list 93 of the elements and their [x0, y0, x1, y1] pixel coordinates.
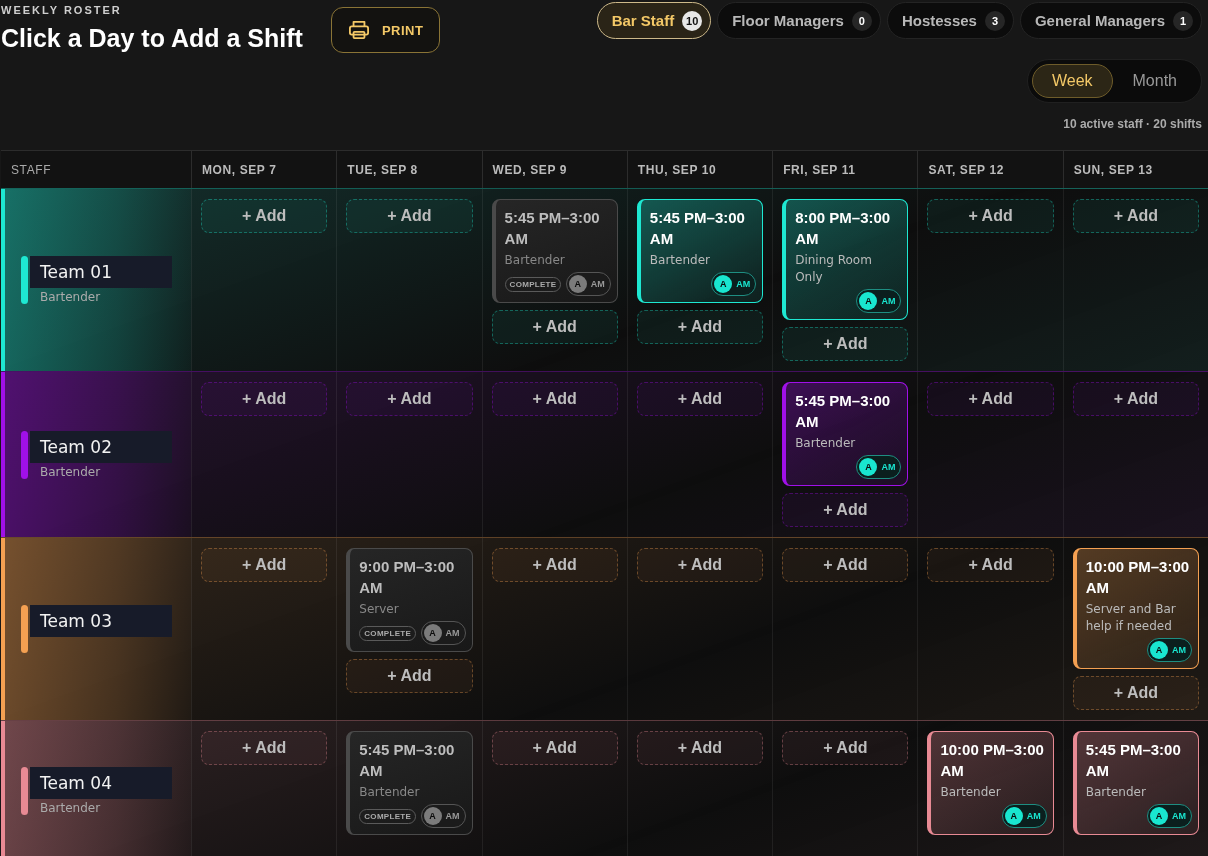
count-badge: 1: [1173, 10, 1193, 31]
shift-time: 10:00 PM–3:00 AM: [940, 740, 1045, 781]
add-shift-button[interactable]: + Add: [782, 327, 909, 361]
add-shift-button[interactable]: + Add: [927, 382, 1054, 416]
avatar: A: [714, 275, 733, 293]
assignee-initials: AM: [445, 628, 460, 638]
add-shift-button[interactable]: + Add: [636, 731, 764, 765]
assignee-initials: AM: [590, 279, 605, 289]
team-role: Bartender: [39, 289, 102, 304]
shift-time: 10:00 PM–3:00 AM: [1085, 557, 1191, 598]
shift-note: Server and Bar help if needed: [1085, 601, 1177, 635]
assignee-initials: AM: [881, 462, 896, 472]
shift-time: 5:45 PM–3:00 AM: [1085, 740, 1182, 781]
shift-note: Bartender: [359, 784, 421, 801]
avatar: A: [859, 292, 878, 310]
avatar: A: [423, 624, 442, 642]
category-tab[interactable]: General Managers 1: [1019, 2, 1202, 39]
print-button[interactable]: PRINT: [330, 7, 441, 53]
add-shift-button[interactable]: + Add: [782, 731, 909, 765]
add-shift-button[interactable]: + Add: [927, 548, 1054, 582]
avatar: A: [568, 275, 587, 293]
add-shift-button[interactable]: + Add: [346, 659, 473, 693]
add-shift-button[interactable]: + Add: [491, 731, 618, 765]
add-shift-button[interactable]: + Add: [636, 382, 764, 416]
shift-time: 5:45 PM–3:00 AM: [359, 740, 456, 781]
shift-note: Bartender: [940, 784, 1002, 801]
avatar: A: [423, 807, 442, 825]
shift-note: Bartender: [649, 252, 711, 269]
avatar: A: [1150, 807, 1168, 825]
summary-text: 10 active staff · 20 shifts: [1063, 117, 1202, 131]
add-shift-button[interactable]: + Add: [1072, 199, 1199, 233]
assignee-initials: AM: [445, 811, 460, 821]
team-role: Bartender: [39, 800, 102, 815]
shift-card[interactable]: 5:45 PM–3:00 AM Bartender A AM: [782, 382, 909, 486]
shift-time: 5:45 PM–3:00 AM: [649, 208, 746, 249]
team-name: Team 02: [30, 430, 172, 463]
add-shift-button[interactable]: + Add: [1072, 382, 1199, 416]
shift-note: Bartender: [1085, 784, 1147, 801]
shift-note: Bartender: [504, 252, 566, 269]
shift-time: 9:00 PM–3:00 AM: [359, 557, 456, 598]
count-badge: 10: [682, 10, 703, 31]
add-shift-button[interactable]: + Add: [346, 199, 473, 233]
add-shift-button[interactable]: + Add: [201, 382, 328, 416]
count-badge: 0: [851, 10, 872, 31]
add-shift-button[interactable]: + Add: [1072, 676, 1199, 710]
shift-card[interactable]: 10:00 PM–3:00 AM Bartender A AM: [927, 731, 1054, 835]
team-name: Team 01: [30, 256, 172, 288]
add-shift-button[interactable]: + Add: [491, 548, 618, 582]
add-shift-button[interactable]: + Add: [782, 548, 909, 582]
add-shift-button[interactable]: + Add: [636, 310, 764, 344]
avatar: A: [1150, 641, 1168, 659]
add-shift-button[interactable]: + Add: [782, 493, 909, 527]
team-name: Team 03: [30, 605, 172, 637]
view-option[interactable]: Month: [1112, 64, 1197, 98]
eyebrow-label: WEEKLY ROSTER: [1, 4, 123, 16]
assignee-initials: AM: [881, 296, 896, 306]
assignee-initials: AM: [736, 279, 751, 289]
add-shift-button[interactable]: + Add: [201, 548, 328, 582]
shift-card[interactable]: 5:45 PM–3:00 AM Bartender A AM: [636, 199, 764, 303]
page-title: Click a Day to Add a Shift: [1, 24, 303, 53]
add-shift-button[interactable]: + Add: [491, 310, 618, 344]
team-role: Bartender: [39, 463, 102, 479]
category-tab[interactable]: Floor Managers 0: [717, 2, 881, 39]
shift-time: 5:45 PM–3:00 AM: [504, 208, 601, 249]
shift-card[interactable]: 8:00 PM–3:00 AM Dining Room Only A AM: [782, 199, 909, 320]
count-badge: 3: [984, 10, 1005, 31]
add-shift-button[interactable]: + Add: [927, 199, 1054, 233]
shift-card[interactable]: 5:45 PM–3:00 AM Bartender A AM: [1072, 731, 1199, 835]
shift-card[interactable]: 9:00 PM–3:00 AM Server COMPLETE A AM: [346, 548, 473, 652]
category-tab[interactable]: Hostesses 3: [886, 2, 1014, 39]
add-shift-button[interactable]: + Add: [491, 382, 618, 416]
add-shift-button[interactable]: + Add: [201, 199, 328, 233]
column-header: STAFF: [10, 161, 53, 179]
printer-icon: [347, 20, 370, 40]
team-name: Team 04: [30, 767, 172, 799]
category-tab[interactable]: Bar Staff 10: [596, 2, 712, 39]
avatar: A: [859, 458, 878, 476]
assignee-initials: AM: [1172, 811, 1186, 821]
shift-note: Dining Room Only: [795, 252, 873, 286]
shift-card[interactable]: 10:00 PM–3:00 AM Server and Bar help if needed A AM: [1072, 548, 1199, 669]
shift-card[interactable]: 5:45 PM–3:00 AM Bartender COMPLETE A AM: [491, 199, 618, 303]
shift-note: Server: [359, 601, 400, 618]
assignee-initials: AM: [1172, 645, 1186, 655]
shift-time: 5:45 PM–3:00 AM: [795, 391, 892, 432]
view-option[interactable]: Week: [1031, 64, 1113, 98]
add-shift-button[interactable]: + Add: [636, 548, 764, 582]
assignee-initials: AM: [1026, 811, 1041, 821]
add-shift-button[interactable]: + Add: [346, 382, 473, 416]
shift-note: Bartender: [795, 435, 857, 452]
add-shift-button[interactable]: + Add: [201, 731, 328, 765]
shift-time: 8:00 PM–3:00 AM: [795, 208, 892, 249]
shift-card[interactable]: 5:45 PM–3:00 AM Bartender COMPLETE A AM: [346, 731, 473, 835]
avatar: A: [1004, 807, 1023, 825]
